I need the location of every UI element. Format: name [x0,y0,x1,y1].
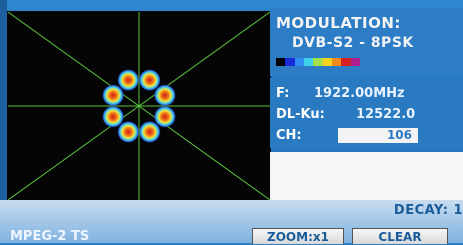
info-empty-area [270,152,463,204]
dl-ku-value: 12522.0 [356,107,416,122]
modulation-title: MODULATION: [276,14,401,32]
params-block: F: 1922.00MHz DL-Ku: 12522.0 CH: 106 [270,78,463,148]
frequency-label: F: [276,86,290,101]
clear-button[interactable]: CLEAR [352,228,448,244]
analyzer-screen: MODULATION: DVB-S2 - 8PSK F: 1922.00MHz … [0,0,463,244]
constellation-point [153,84,176,107]
constellation-diagram [7,11,271,201]
constellation-point [117,69,140,92]
info-panel: MODULATION: DVB-S2 - 8PSK F: 1922.00MHz … [270,8,463,204]
channel-label: CH: [276,128,302,143]
modulation-block: MODULATION: DVB-S2 - 8PSK [270,8,463,76]
modulation-value: DVB-S2 - 8PSK [292,35,414,51]
stream-type-label: MPEG-2 TS [10,229,90,244]
frequency-value: 1922.00MHz [314,86,405,101]
constellation-point [138,120,161,143]
constellation-plot [8,12,270,200]
colorbar-segment [294,58,304,66]
density-colorbar [276,58,360,66]
colorbar-segment [322,58,332,66]
colorbar-segment [331,58,342,66]
colorbar-segment [285,58,295,66]
colorbar-segment [276,58,286,66]
colorbar-segment [350,58,360,66]
zoom-button[interactable]: ZOOM:x1 [252,228,344,244]
dl-ku-label: DL-Ku: [276,107,325,122]
colorbar-segment [341,58,351,66]
colorbar-segment [313,58,323,66]
channel-input[interactable]: 106 [338,128,418,143]
constellation-point [102,105,125,128]
colorbar-segment [303,58,314,66]
decay-label: DECAY: 1 [393,203,463,218]
